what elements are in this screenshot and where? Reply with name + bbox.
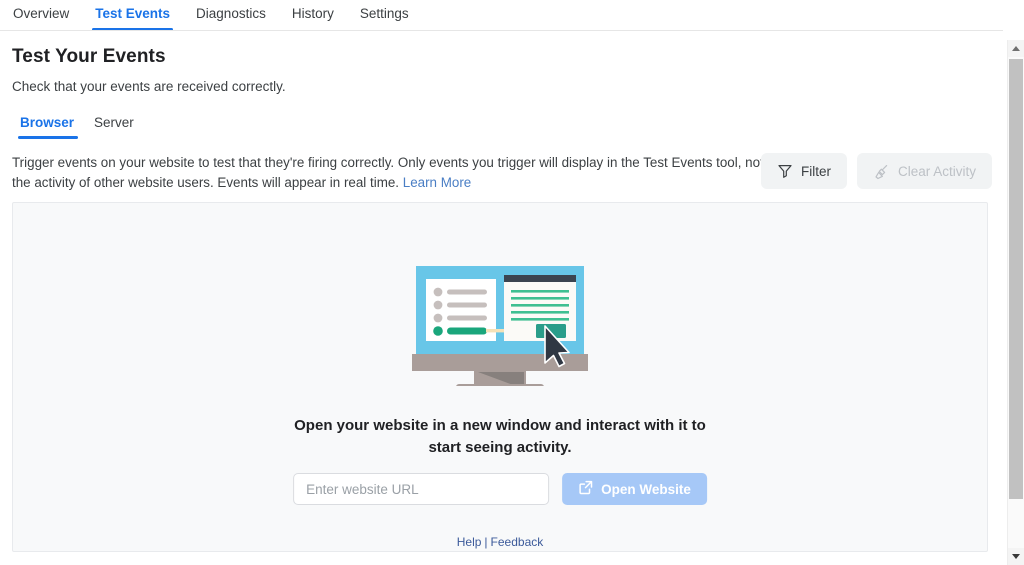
website-url-input[interactable] (293, 473, 550, 505)
test-events-page: Overview Test Events Diagnostics History… (0, 0, 1024, 565)
scrollbar-thumb[interactable] (1009, 59, 1023, 499)
empty-state-headline: Open your website in a new window and in… (294, 417, 706, 456)
subtab-browser[interactable]: Browser (12, 112, 84, 139)
broom-icon (873, 163, 890, 180)
help-link[interactable]: Help (457, 535, 482, 549)
tab-label: Diagnostics (196, 6, 266, 21)
external-link-icon (578, 480, 593, 498)
tab-bar-divider (0, 30, 1003, 31)
tab-label: Test Events (95, 6, 171, 21)
page-title: Test Your Events (12, 46, 166, 67)
scroll-up-button[interactable] (1008, 40, 1024, 57)
tab-settings[interactable]: Settings (347, 0, 422, 31)
tab-overview[interactable]: Overview (0, 0, 82, 31)
tab-history[interactable]: History (279, 0, 347, 31)
filter-button-label: Filter (800, 163, 831, 179)
open-website-label: Open Website (601, 481, 691, 497)
subtab-label: Server (94, 115, 134, 130)
source-sub-tabs: Browser Server (12, 112, 144, 139)
vertical-scrollbar[interactable] (1007, 40, 1024, 565)
tab-label: History (291, 6, 334, 21)
activity-actions: Filter Clear Activity (760, 153, 992, 189)
main-tab-bar: Overview Test Events Diagnostics History… (0, 0, 1003, 31)
clear-activity-button[interactable]: Clear Activity (856, 153, 992, 189)
description-text: Trigger events on your website to test t… (12, 153, 774, 193)
filter-button[interactable]: Filter (760, 153, 847, 189)
test-events-panel: Open your website in a new window and in… (12, 202, 988, 552)
description-body: Trigger events on your website to test t… (12, 155, 764, 190)
footer-separator: | (484, 535, 488, 549)
open-website-row: Open Website (293, 473, 707, 505)
page-subtitle: Check that your events are received corr… (12, 79, 286, 94)
monitor-with-cursor-illustration (412, 266, 588, 391)
caret-down-icon (1012, 554, 1020, 559)
funnel-icon (777, 163, 793, 179)
scroll-down-button[interactable] (1008, 548, 1024, 565)
tab-diagnostics[interactable]: Diagnostics (183, 0, 279, 31)
learn-more-link[interactable]: Learn More (403, 175, 471, 190)
tab-label: Settings (359, 6, 409, 21)
open-website-button[interactable]: Open Website (562, 473, 707, 505)
tab-test-events[interactable]: Test Events (82, 0, 183, 31)
feedback-link[interactable]: Feedback (491, 535, 544, 549)
clear-activity-label: Clear Activity (897, 163, 976, 179)
caret-up-icon (1012, 46, 1020, 51)
panel-footer-links: Help | Feedback (457, 535, 544, 549)
subtab-label: Browser (20, 115, 75, 130)
tab-label: Overview (13, 6, 70, 21)
subtab-server[interactable]: Server (84, 112, 144, 139)
